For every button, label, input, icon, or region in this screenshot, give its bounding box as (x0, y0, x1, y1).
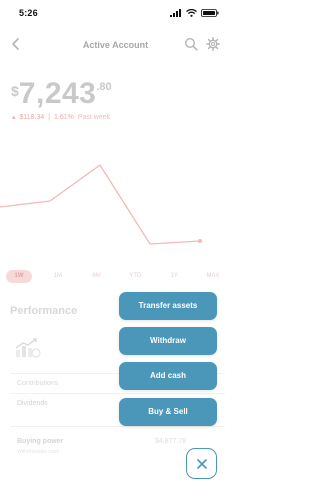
chart-end-point (198, 239, 202, 243)
account-balance: $7,243.80 (11, 77, 112, 111)
performance-title: Performance (10, 305, 78, 317)
close-menu-button[interactable] (186, 448, 217, 479)
wifi-icon (186, 9, 197, 17)
divider (10, 393, 225, 394)
dividends-label: Dividends (17, 400, 48, 407)
change-arrow-icon: ▴ (12, 114, 16, 121)
transfer-assets-button[interactable]: Transfer assets (119, 292, 217, 320)
status-icons (170, 9, 219, 17)
buying-power-label: Buying power (17, 438, 64, 445)
gear-icon[interactable] (206, 37, 220, 51)
chart-growth-icon (15, 338, 41, 358)
balance-cents: .80 (96, 81, 112, 93)
performance-chart (0, 164, 202, 245)
add-cash-button[interactable]: Add cash (119, 362, 217, 390)
signal-icon (170, 9, 181, 17)
header: Active Account (0, 34, 231, 56)
search-icon[interactable] (184, 37, 198, 51)
buy-sell-button[interactable]: Buy & Sell (119, 398, 217, 426)
battery-icon (201, 9, 219, 17)
range-tab-1w[interactable]: 1W (6, 270, 32, 283)
range-tabs: 1W 1M 6M YTD 1Y MAX (6, 270, 226, 283)
close-icon (196, 458, 207, 469)
status-time: 5:26 (19, 8, 38, 18)
change-period: Past week (77, 114, 111, 121)
chart-line (0, 164, 201, 245)
withdraw-button[interactable]: Withdraw (119, 327, 217, 355)
change-percent: 1.61% (54, 114, 74, 121)
balance-main: 7,243 (18, 77, 97, 110)
buying-power-value: $4,877.78 (155, 438, 187, 445)
balance-currency: $ (11, 83, 19, 99)
range-tab-1y[interactable]: 1Y (161, 270, 187, 283)
range-tab-max[interactable]: MAX (200, 270, 226, 283)
divider (10, 426, 225, 427)
buying-power-sub: Withdrawable cash (17, 449, 60, 455)
range-tab-ytd[interactable]: YTD (122, 270, 148, 283)
change-amount: $118.34 (19, 114, 45, 121)
balance-change: ▴ $118.34 | 1.61% Past week (12, 114, 111, 121)
range-tab-6m[interactable]: 6M (84, 270, 110, 283)
range-tab-1m[interactable]: 1M (45, 270, 71, 283)
contributions-label: Contributions (17, 380, 59, 387)
status-bar: 5:26 (0, 0, 231, 26)
